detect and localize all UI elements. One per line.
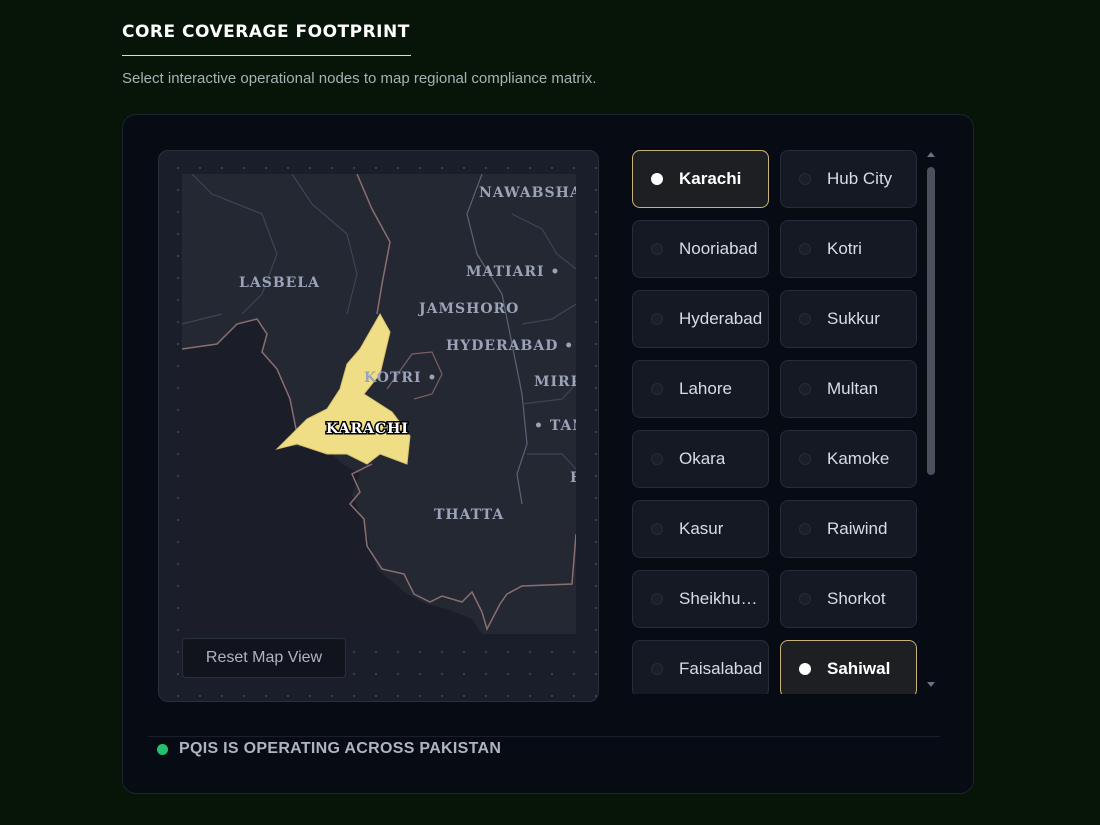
node-status-dot-icon xyxy=(799,593,811,605)
node-status-dot-icon xyxy=(651,593,663,605)
node-status-dot-icon xyxy=(651,243,663,255)
node-label: Faisalabad xyxy=(679,659,763,678)
node-label: Kotri xyxy=(827,239,862,258)
node-status-dot-icon xyxy=(799,173,811,185)
map-panel[interactable]: NAWABSHAH LASBELA MATIARI • JAMSHORO HYD… xyxy=(158,150,599,702)
scroll-down-arrow-icon[interactable] xyxy=(927,682,935,687)
node-status-dot-icon xyxy=(799,453,811,465)
section-subtitle: Select interactive operational nodes to … xyxy=(122,70,597,87)
node-status-dot-icon xyxy=(651,453,663,465)
section-title: CORE COVERAGE FOOTPRINT xyxy=(122,22,410,42)
node-status-dot-icon xyxy=(799,663,811,675)
node-status-dot-icon xyxy=(651,313,663,325)
label-lasbela: LASBELA xyxy=(239,275,320,291)
node-label: Okara xyxy=(679,449,726,468)
status-indicator-icon xyxy=(157,743,168,755)
scroll-up-arrow-icon[interactable] xyxy=(927,152,935,157)
scroll-thumb[interactable] xyxy=(927,167,935,475)
node-sheikhupura[interactable]: Sheikhupura xyxy=(632,570,769,628)
node-nooriabad[interactable]: Nooriabad xyxy=(632,220,769,278)
label-mirpur: MIRP xyxy=(534,374,576,390)
node-shorkot[interactable]: Shorkot xyxy=(780,570,917,628)
node-status-dot-icon xyxy=(799,523,811,535)
node-label: Sahiwal xyxy=(827,659,891,678)
node-faisalabad[interactable]: Faisalabad xyxy=(632,640,769,694)
node-label: Shorkot xyxy=(827,589,886,608)
node-status-dot-icon xyxy=(651,173,663,185)
node-raiwind[interactable]: Raiwind xyxy=(780,500,917,558)
node-sahiwal[interactable]: Sahiwal xyxy=(780,640,917,694)
coverage-card: NAWABSHAH LASBELA MATIARI • JAMSHORO HYD… xyxy=(122,114,974,794)
node-karachi[interactable]: Karachi xyxy=(632,150,769,208)
node-label: Kasur xyxy=(679,519,724,538)
label-badin: B xyxy=(570,470,576,486)
node-status-dot-icon xyxy=(799,313,811,325)
label-kotri: KOTRI • xyxy=(364,370,437,386)
node-status-dot-icon xyxy=(799,383,811,395)
node-sukkur[interactable]: Sukkur xyxy=(780,290,917,348)
node-label: Hub City xyxy=(827,169,893,188)
reset-map-button[interactable]: Reset Map View xyxy=(182,638,346,678)
label-hyderabad: HYDERABAD • xyxy=(446,338,574,354)
node-label: Multan xyxy=(827,379,879,398)
node-status-dot-icon xyxy=(651,663,663,675)
node-hyderabad[interactable]: Hyderabad xyxy=(632,290,769,348)
node-list[interactable]: Karachi Hub City Nooriabad Kotri Hyderabad Su… xyxy=(632,150,922,694)
node-label: Hyderabad xyxy=(679,309,763,328)
title-underline xyxy=(122,55,411,56)
label-matiari: MATIARI • xyxy=(466,264,560,280)
node-label: Sheikhupura xyxy=(679,589,764,608)
district-map[interactable]: NAWABSHAH LASBELA MATIARI • JAMSHORO HYD… xyxy=(182,174,576,634)
node-label: Kamoke xyxy=(827,449,890,468)
label-thatta: THATTA xyxy=(434,507,504,523)
node-kotri[interactable]: Kotri xyxy=(780,220,917,278)
node-hub-city[interactable]: Hub City xyxy=(780,150,917,208)
node-label: Sukkur xyxy=(827,309,880,328)
node-lahore[interactable]: Lahore xyxy=(632,360,769,418)
node-okara[interactable]: Okara xyxy=(632,430,769,488)
node-label: Raiwind xyxy=(827,519,888,538)
node-label: Karachi xyxy=(679,169,742,188)
node-kasur[interactable]: Kasur xyxy=(632,500,769,558)
node-status-dot-icon xyxy=(651,383,663,395)
node-list-scrollbar[interactable] xyxy=(924,152,938,692)
node-label: Lahore xyxy=(679,379,732,398)
node-status-dot-icon xyxy=(799,243,811,255)
label-nawabshah: NAWABSHAH xyxy=(479,185,576,201)
node-kamoke[interactable]: Kamoke xyxy=(780,430,917,488)
status-text: PQIS IS OPERATING ACROSS PAKISTAN xyxy=(179,740,502,757)
label-karachi: KARACHI xyxy=(326,421,409,437)
status-bar: PQIS IS OPERATING ACROSS PAKISTAN xyxy=(157,737,501,761)
node-multan[interactable]: Multan xyxy=(780,360,917,418)
node-label: Nooriabad xyxy=(679,239,758,258)
label-jamshoro: JAMSHORO xyxy=(417,301,519,317)
label-tando: • TAN xyxy=(534,418,576,434)
node-status-dot-icon xyxy=(651,523,663,535)
